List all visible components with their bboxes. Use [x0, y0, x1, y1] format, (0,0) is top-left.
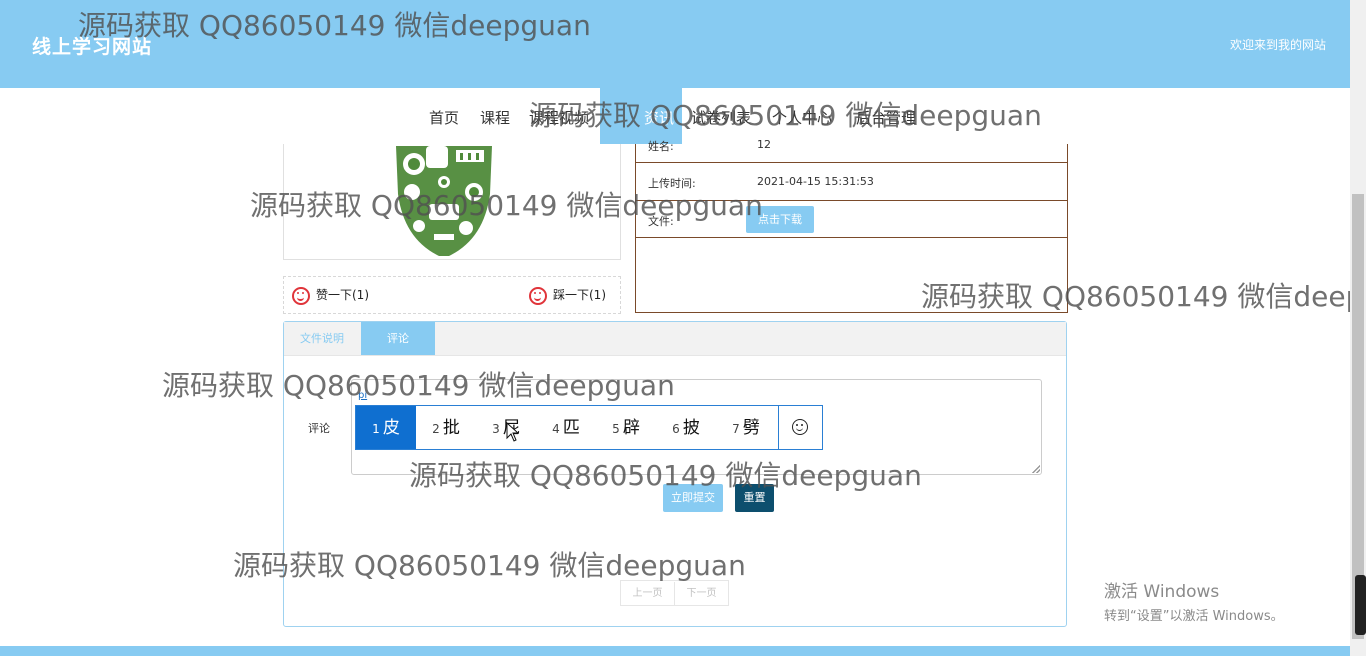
- comment-label: 评论: [308, 422, 330, 435]
- download-button[interactable]: 点击下载: [746, 206, 814, 233]
- ime-candidate-number: 1: [372, 422, 380, 436]
- nav-item-news-label: 资讯: [644, 109, 675, 127]
- nav-item-course-videos[interactable]: 课程视频: [529, 107, 589, 128]
- activation-title: 激活 Windows: [1104, 582, 1220, 602]
- resource-info-table: 姓名: 12 上传时间: 2021-04-15 15:31:53 文件: 点击下…: [635, 138, 1068, 313]
- nav-item-admin[interactable]: 后台管理: [856, 107, 916, 128]
- ime-candidate-number: 6: [672, 422, 680, 436]
- mouse-cursor-icon: [506, 422, 518, 442]
- ime-candidate[interactable]: 2批: [416, 406, 476, 449]
- ime-candidate-char: 辟: [622, 418, 640, 438]
- info-row-name: 姓名: 12: [636, 138, 1067, 163]
- tab-bar: 文件说明 评论: [284, 322, 1066, 356]
- windows-activation-notice: 激活 Windows 转到“设置”以激活 Windows。: [1104, 577, 1284, 624]
- smiley-icon: [529, 286, 547, 305]
- dislike-button[interactable]: 踩一下(1): [529, 286, 606, 305]
- prev-page-button[interactable]: 上一页: [621, 582, 674, 606]
- resource-image: [396, 146, 492, 256]
- ime-candidate-char: 劈: [742, 418, 760, 438]
- like-label: 赞一下(1): [316, 288, 369, 302]
- pagination: 上一页 下一页: [620, 580, 729, 606]
- nav-item-home[interactable]: 首页: [429, 107, 459, 128]
- info-label-name: 姓名:: [648, 140, 674, 153]
- ime-candidate-number: 4: [552, 422, 560, 436]
- reset-button[interactable]: 重置: [735, 484, 774, 512]
- ime-candidate[interactable]: 5辟: [596, 406, 656, 449]
- ime-candidate-number: 2: [432, 422, 440, 436]
- smiley-icon: [292, 286, 310, 305]
- header-bar: 线上学习网站 欢迎来到我的网站: [0, 0, 1366, 88]
- tabs-panel: 文件说明 评论 评论 上一页 下一页: [283, 321, 1067, 627]
- ime-candidate-char: 批: [442, 418, 460, 438]
- site-title[interactable]: 线上学习网站: [32, 32, 152, 59]
- nav-item-courses[interactable]: 课程: [480, 107, 510, 128]
- next-page-button[interactable]: 下一页: [674, 582, 728, 606]
- tab-comments[interactable]: 评论: [361, 322, 435, 355]
- activation-subtitle: 转到“设置”以激活 Windows。: [1104, 609, 1284, 624]
- info-value-upload-time: 2021-04-15 15:31:53: [757, 175, 874, 188]
- info-row-upload-time: 上传时间: 2021-04-15 15:31:53: [636, 163, 1067, 201]
- info-label-upload-time: 上传时间:: [648, 177, 696, 190]
- tab-file-description[interactable]: 文件说明: [284, 322, 360, 355]
- ime-emoji-button[interactable]: [778, 406, 822, 449]
- info-row-file: 文件: 点击下载: [636, 201, 1067, 238]
- ime-candidate[interactable]: 4匹: [536, 406, 596, 449]
- scrollbar-thumb[interactable]: [1352, 194, 1364, 639]
- welcome-text: 欢迎来到我的网站: [1229, 38, 1326, 52]
- ime-composition-text: pi: [358, 390, 368, 401]
- ime-candidate[interactable]: 6披: [656, 406, 716, 449]
- submit-button[interactable]: 立即提交: [663, 484, 723, 512]
- main-nav: 首页 课程 课程视频 资讯 试卷列表 个人中心 后台管理: [0, 88, 1350, 144]
- like-button[interactable]: 赞一下(1): [292, 286, 369, 305]
- ime-candidate-number: 3: [492, 422, 500, 436]
- resource-image-panel: [283, 144, 621, 260]
- ime-candidate[interactable]: 1皮: [356, 406, 416, 449]
- smiley-icon: [792, 419, 808, 435]
- dislike-label: 踩一下(1): [553, 288, 606, 302]
- ime-candidate-number: 7: [732, 422, 740, 436]
- ime-candidate-char: 匹: [562, 418, 580, 438]
- ime-candidate-window: 1皮 2批 3屁 4匹 5辟 6披 7劈: [355, 405, 823, 450]
- resize-grip-icon[interactable]: [1032, 465, 1040, 473]
- nav-item-news[interactable]: 资讯: [600, 88, 682, 144]
- ime-candidate[interactable]: 7劈: [716, 406, 776, 449]
- info-value-name: 12: [757, 138, 771, 151]
- ime-candidate-char: 披: [682, 418, 700, 438]
- nav-item-exam-list[interactable]: 试卷列表: [691, 107, 751, 128]
- ime-candidate-char: 皮: [382, 418, 400, 438]
- info-label-file: 文件:: [648, 215, 674, 228]
- side-widget[interactable]: [1355, 575, 1366, 635]
- footer-bar: [0, 646, 1366, 656]
- vote-bar: 赞一下(1) 踩一下(1): [283, 276, 621, 314]
- ime-candidate-number: 5: [612, 422, 620, 436]
- nav-item-personal-center[interactable]: 个人中心: [772, 107, 832, 128]
